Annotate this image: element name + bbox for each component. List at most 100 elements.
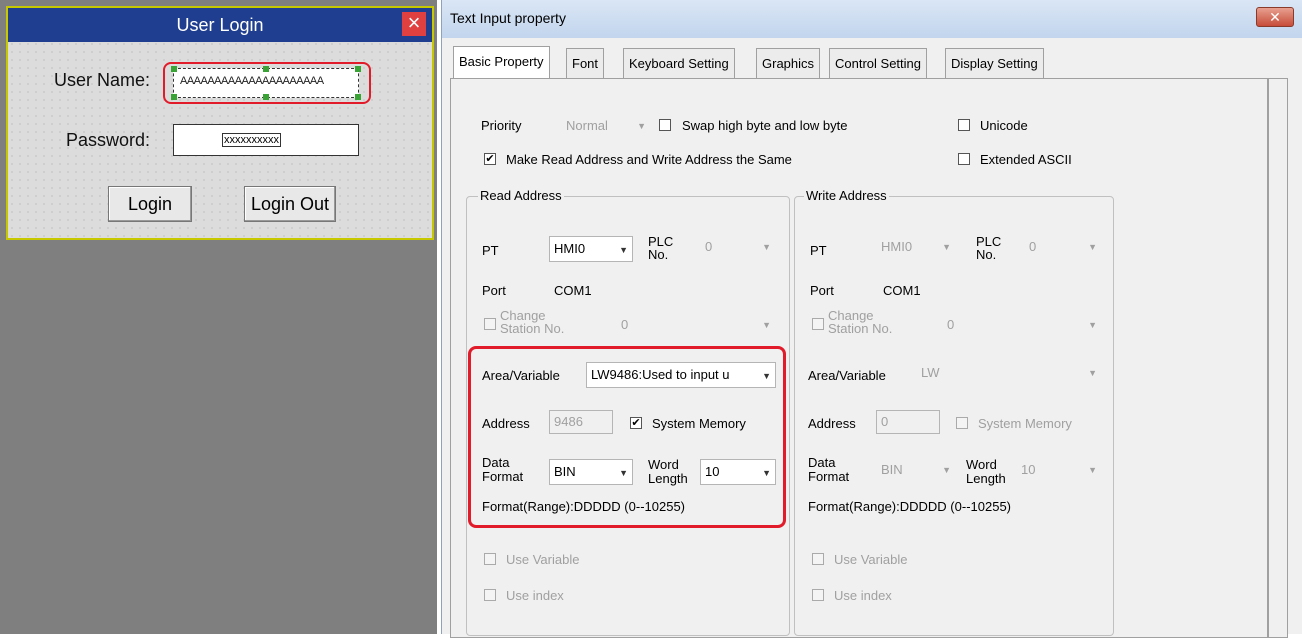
unicode-checkbox[interactable] bbox=[958, 119, 970, 131]
resize-handle[interactable] bbox=[263, 66, 269, 72]
read-pt-select[interactable]: HMI0 ▼ bbox=[549, 236, 633, 262]
read-address-label: Address bbox=[482, 416, 530, 431]
read-address-title: Read Address bbox=[478, 188, 564, 203]
write-address-label: Address bbox=[808, 416, 856, 431]
read-area-value: LW9486:Used to input u bbox=[591, 367, 730, 382]
dialog-title: Text Input property bbox=[450, 10, 566, 26]
extended-ascii-checkbox[interactable] bbox=[958, 153, 970, 165]
password-input[interactable]: xxxxxxxxxx bbox=[173, 124, 359, 156]
write-plc-value: 0 bbox=[1029, 239, 1037, 254]
chevron-down-icon: ▼ bbox=[1088, 320, 1097, 330]
password-label: Password: bbox=[66, 130, 151, 150]
write-use-variable-checkbox[interactable] bbox=[812, 553, 824, 565]
read-use-index-label: Use index bbox=[506, 588, 564, 603]
write-pt-select[interactable]: HMI0 ▼ bbox=[876, 236, 956, 258]
read-plc-label: PLC No. bbox=[648, 234, 674, 262]
tab-graphics[interactable]: Graphics bbox=[756, 48, 821, 78]
write-change-station-select[interactable]: 0 ▼ bbox=[942, 314, 1102, 336]
resize-handle[interactable] bbox=[171, 66, 177, 72]
read-system-memory-label: System Memory bbox=[652, 416, 746, 431]
chevron-down-icon: ▼ bbox=[1088, 465, 1097, 475]
user-name-label: User Name: bbox=[54, 70, 151, 90]
write-address-title: Write Address bbox=[804, 188, 889, 203]
write-format-range: Format(Range):DDDDD (0--10255) bbox=[808, 499, 1011, 514]
swap-checkbox[interactable] bbox=[659, 119, 671, 131]
write-area-select[interactable]: LW ▼ bbox=[916, 362, 1102, 384]
write-system-memory-label: System Memory bbox=[978, 416, 1072, 431]
read-data-format-value: BIN bbox=[554, 464, 576, 479]
read-change-station-select[interactable]: 0 ▼ bbox=[616, 314, 776, 336]
chevron-down-icon: ▼ bbox=[762, 320, 771, 330]
login-window: User Login × User Name: AAAAAAAAAAAAAAAA… bbox=[6, 6, 434, 240]
read-data-format-select[interactable]: BIN ▼ bbox=[549, 459, 633, 485]
read-pt-value: HMI0 bbox=[554, 241, 586, 256]
read-port-label: Port bbox=[482, 283, 506, 298]
read-change-station-label: Change Station No. bbox=[500, 308, 565, 336]
read-address-input[interactable]: 9486 bbox=[549, 410, 613, 434]
read-word-length-value: 10 bbox=[705, 464, 720, 479]
tab-keyboard-setting[interactable]: Keyboard Setting bbox=[623, 48, 735, 78]
write-change-station-checkbox[interactable] bbox=[812, 318, 824, 330]
write-plc-label: PLC No. bbox=[976, 234, 1002, 262]
user-name-input[interactable]: AAAAAAAAAAAAAAAAAAAAA bbox=[171, 66, 361, 100]
write-use-variable-label: Use Variable bbox=[834, 552, 908, 567]
read-format-range: Format(Range):DDDDD (0--10255) bbox=[482, 499, 685, 514]
read-area-label: Area/Variable bbox=[482, 368, 560, 383]
write-use-index-checkbox[interactable] bbox=[812, 589, 824, 601]
read-area-select[interactable]: LW9486:Used to input u ▼ bbox=[586, 362, 776, 388]
chevron-down-icon: ▼ bbox=[942, 242, 951, 252]
write-word-length-value: 10 bbox=[1021, 462, 1036, 477]
dialog-title-bar: Text Input property ✕ bbox=[442, 0, 1302, 38]
read-plc-value: 0 bbox=[705, 239, 713, 254]
read-pt-label: PT bbox=[482, 243, 499, 258]
tab-basic-property[interactable]: Basic Property bbox=[453, 46, 550, 79]
same-address-label: Make Read Address and Write Address the … bbox=[506, 152, 792, 167]
write-address-input[interactable]: 0 bbox=[876, 410, 940, 434]
write-address-value: 0 bbox=[881, 414, 889, 429]
write-port-label: Port bbox=[810, 283, 834, 298]
read-change-station-value: 0 bbox=[621, 317, 629, 332]
read-use-index-checkbox[interactable] bbox=[484, 589, 496, 601]
same-address-checkbox[interactable]: ✔ bbox=[484, 153, 496, 165]
write-pt-label: PT bbox=[810, 243, 827, 258]
chevron-down-icon: ▼ bbox=[619, 468, 628, 478]
resize-handle[interactable] bbox=[355, 66, 361, 72]
user-name-value: AAAAAAAAAAAAAAAAAAAAA bbox=[180, 75, 324, 87]
write-data-format-select[interactable]: BIN ▼ bbox=[876, 459, 956, 481]
priority-label: Priority bbox=[481, 118, 522, 133]
write-area-label: Area/Variable bbox=[808, 368, 886, 383]
tab-control-setting[interactable]: Control Setting bbox=[829, 48, 927, 78]
read-word-length-label: Word Length bbox=[648, 457, 688, 486]
read-use-variable-label: Use Variable bbox=[506, 552, 580, 567]
read-system-memory-checkbox[interactable]: ✔ bbox=[630, 417, 642, 429]
close-icon[interactable]: × bbox=[402, 12, 426, 36]
write-plc-select[interactable]: 0 ▼ bbox=[1024, 236, 1102, 258]
read-use-variable-checkbox[interactable] bbox=[484, 553, 496, 565]
chevron-down-icon: ▼ bbox=[762, 242, 771, 252]
logout-button[interactable]: Login Out bbox=[244, 186, 336, 222]
resize-handle[interactable] bbox=[355, 94, 361, 100]
tab-font[interactable]: Font bbox=[566, 48, 605, 78]
text-input-property-dialog: Text Input property ✕ Basic Property Fon… bbox=[441, 0, 1302, 638]
chevron-down-icon: ▼ bbox=[1088, 242, 1097, 252]
read-change-station-checkbox[interactable] bbox=[484, 318, 496, 330]
priority-value: Normal bbox=[566, 118, 608, 133]
tab-display-setting[interactable]: Display Setting bbox=[945, 48, 1044, 78]
resize-handle[interactable] bbox=[171, 94, 177, 100]
read-word-length-select[interactable]: 10 ▼ bbox=[700, 459, 776, 485]
write-change-station-label: Change Station No. bbox=[828, 308, 893, 336]
swap-label: Swap high byte and low byte bbox=[682, 118, 848, 133]
chevron-down-icon: ▼ bbox=[619, 245, 628, 255]
vertical-scrollbar[interactable] bbox=[1268, 78, 1288, 638]
write-system-memory-checkbox[interactable] bbox=[956, 417, 968, 429]
read-plc-select[interactable]: 0 ▼ bbox=[700, 236, 776, 258]
close-icon[interactable]: ✕ bbox=[1256, 7, 1294, 27]
write-word-length-label: Word Length bbox=[966, 457, 1006, 486]
write-word-length-select[interactable]: 10 ▼ bbox=[1016, 459, 1102, 481]
login-button[interactable]: Login bbox=[108, 186, 192, 222]
chevron-down-icon: ▼ bbox=[762, 468, 771, 478]
resize-handle[interactable] bbox=[263, 94, 269, 100]
password-value: xxxxxxxxxx bbox=[222, 133, 281, 147]
priority-select[interactable]: Normal ▼ bbox=[561, 115, 651, 137]
extended-ascii-label: Extended ASCII bbox=[980, 152, 1072, 167]
